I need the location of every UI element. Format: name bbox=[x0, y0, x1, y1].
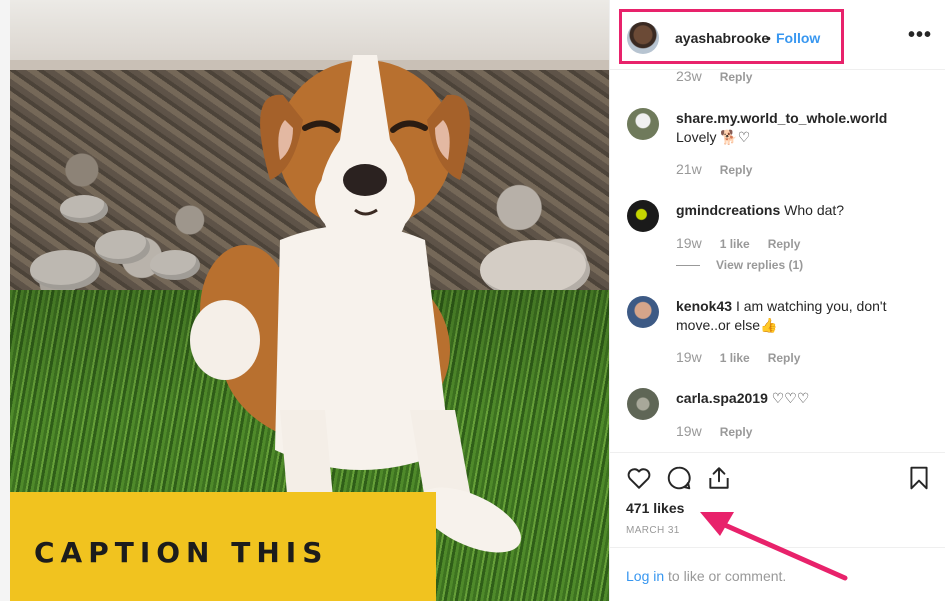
comment-meta: 23w Reply bbox=[676, 70, 752, 84]
reply-button[interactable]: Reply bbox=[768, 237, 801, 251]
image-margin bbox=[0, 0, 10, 601]
heart-icon[interactable] bbox=[626, 465, 652, 491]
commenter-avatar[interactable] bbox=[627, 388, 659, 420]
comments-list[interactable]: 23w Reply share.my.world_to_whole.world L… bbox=[610, 70, 945, 452]
comment-age[interactable]: 19w bbox=[676, 235, 702, 251]
login-link[interactable]: Log in bbox=[626, 568, 664, 584]
comment-age[interactable]: 21w bbox=[676, 161, 702, 177]
comment: carla.spa2019 ♡♡♡ bbox=[676, 389, 926, 408]
post-header: ayashabrooke • Follow ••• bbox=[610, 0, 945, 70]
reply-button[interactable]: Reply bbox=[720, 163, 753, 177]
commenter-avatar[interactable] bbox=[627, 108, 659, 140]
bookmark-icon[interactable] bbox=[906, 465, 932, 491]
comment-username[interactable]: share.my.world_to_whole.world bbox=[676, 110, 887, 126]
commenter-avatar[interactable] bbox=[627, 296, 659, 328]
comment-username[interactable]: gmindcreations bbox=[676, 202, 780, 218]
comment-age[interactable]: 23w bbox=[676, 70, 702, 84]
post-date: MARCH 31 bbox=[626, 525, 680, 536]
comment-likes[interactable]: 1 like bbox=[720, 351, 750, 365]
annotation-arrow bbox=[700, 512, 848, 581]
comment-meta: 19w Reply bbox=[676, 423, 752, 439]
image-rock bbox=[30, 250, 100, 290]
comment-meta: 21w Reply bbox=[676, 161, 752, 177]
reply-button[interactable]: Reply bbox=[768, 351, 801, 365]
comment-text: Who dat? bbox=[784, 202, 845, 218]
reply-button[interactable]: Reply bbox=[720, 425, 753, 439]
comment-username[interactable]: kenok43 bbox=[676, 298, 732, 314]
more-options-icon[interactable]: ••• bbox=[908, 24, 932, 47]
image-rock bbox=[60, 195, 108, 223]
comment-meta: 19w 1 like Reply bbox=[676, 235, 800, 251]
image-rock bbox=[95, 230, 150, 264]
comment-icon[interactable] bbox=[666, 465, 692, 491]
comment-age[interactable]: 19w bbox=[676, 349, 702, 365]
comment-meta: 19w 1 like Reply bbox=[676, 349, 800, 365]
caption-text: CAPTION THIS bbox=[34, 536, 329, 569]
reply-button[interactable]: Reply bbox=[720, 70, 753, 84]
comment-username[interactable]: carla.spa2019 bbox=[676, 390, 768, 406]
comment-text: ♡♡♡ bbox=[771, 390, 810, 406]
comment-text: Lovely 🐕♡ bbox=[676, 129, 751, 145]
post-image[interactable]: CAPTION THIS bbox=[0, 0, 609, 601]
comment-age[interactable]: 19w bbox=[676, 423, 702, 439]
annotation-highlight-box bbox=[619, 9, 844, 64]
comment-likes[interactable]: 1 like bbox=[720, 237, 750, 251]
comment: share.my.world_to_whole.world Lovely 🐕♡ bbox=[676, 109, 926, 147]
share-icon[interactable] bbox=[706, 465, 732, 491]
comment: gmindcreations Who dat? bbox=[676, 201, 926, 220]
caption-banner: CAPTION THIS bbox=[10, 492, 436, 601]
commenter-avatar[interactable] bbox=[627, 200, 659, 232]
comment: kenok43 I am watching you, don't move..o… bbox=[676, 297, 926, 335]
view-replies-button[interactable]: View replies (1) bbox=[676, 258, 803, 272]
likes-count[interactable]: 471 likes bbox=[626, 500, 684, 516]
